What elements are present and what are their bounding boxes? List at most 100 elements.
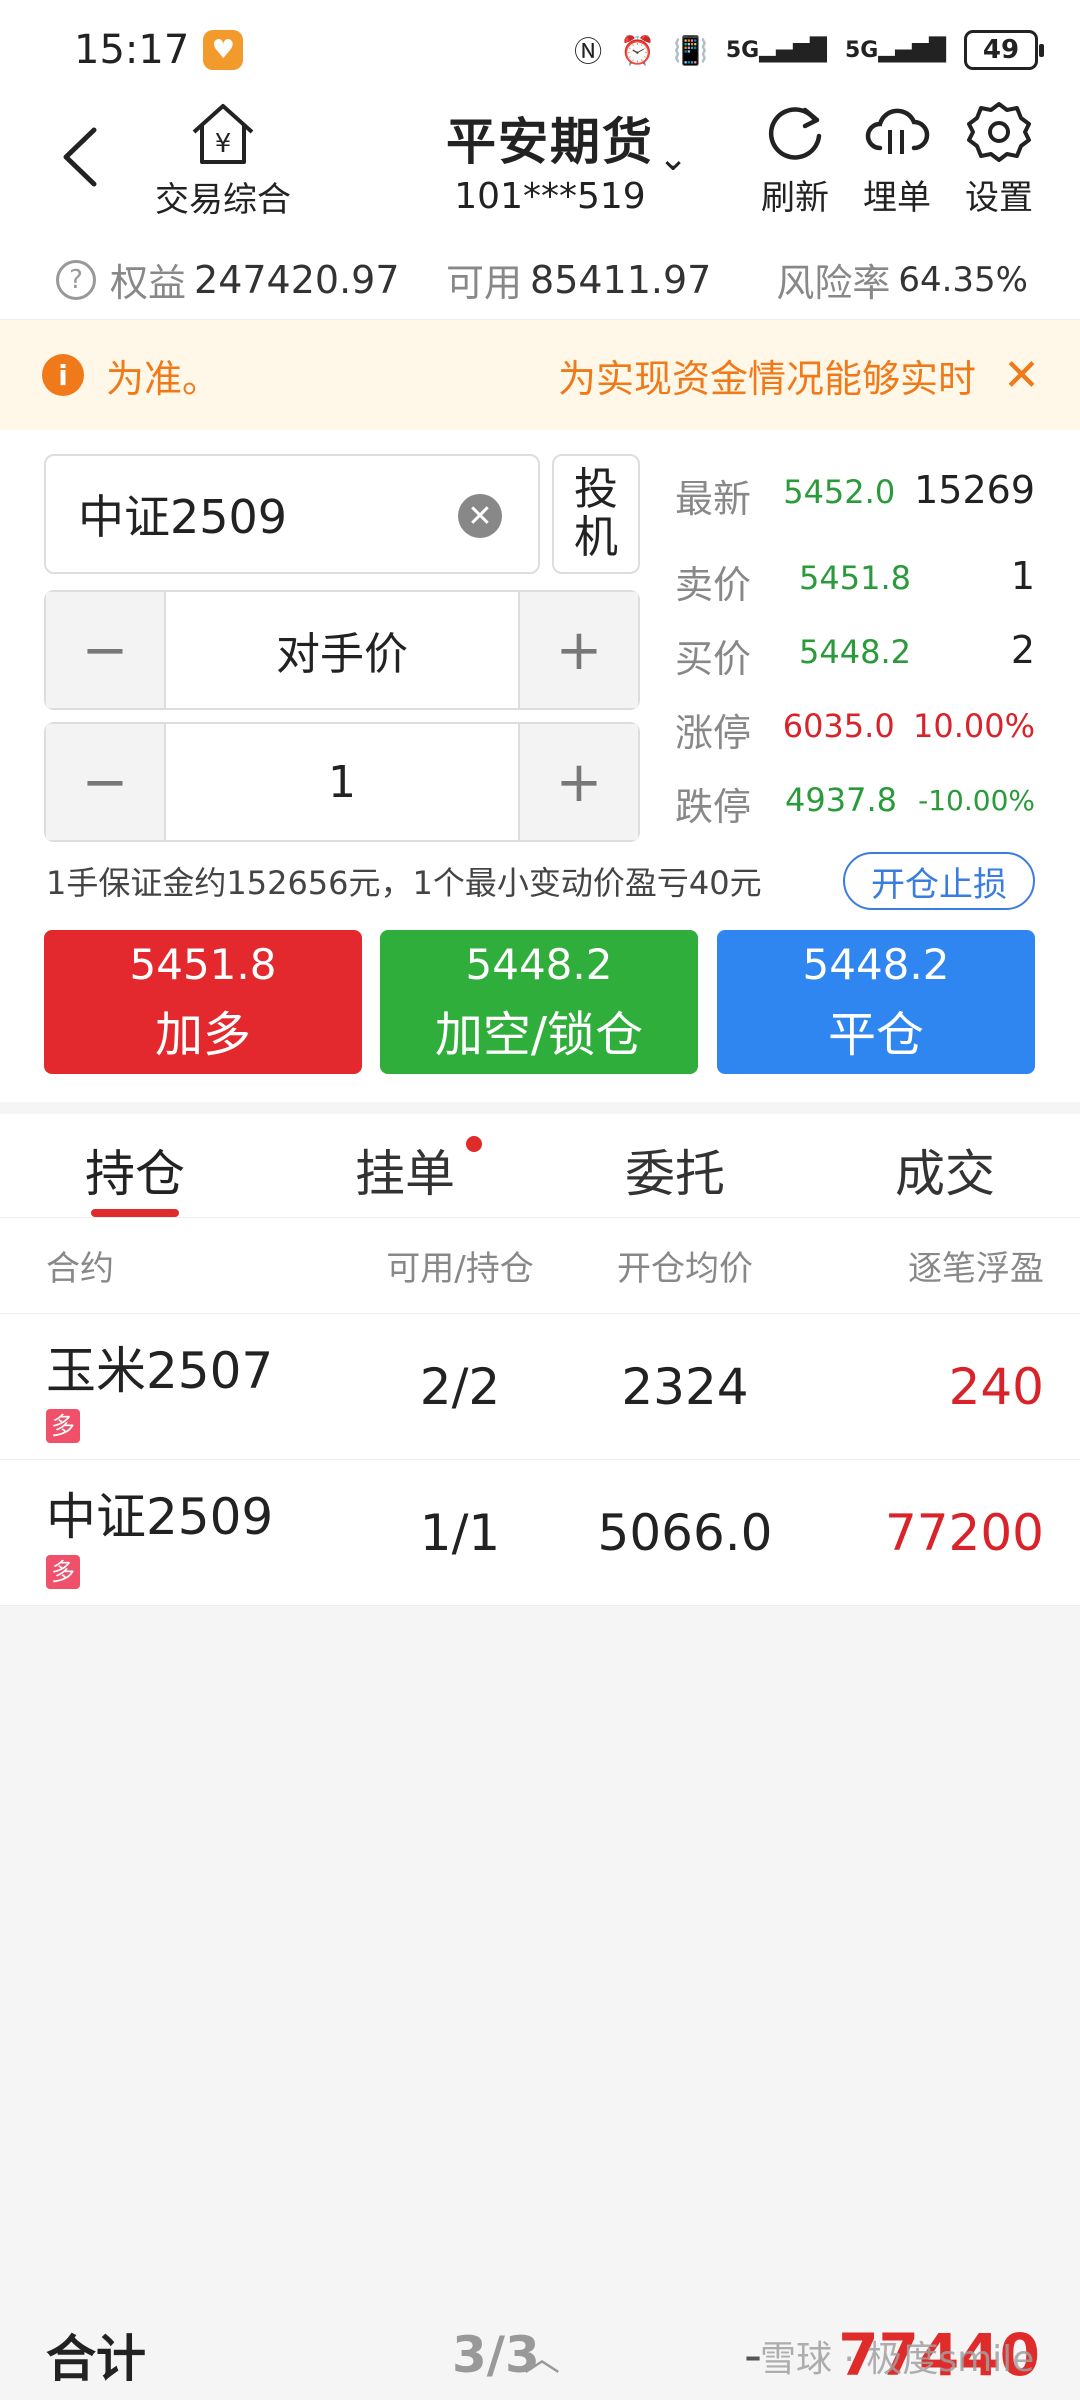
header-area: 15:17 ♥ Ⓝ ⏰ 📳 5G▂▄▆█ 5G▂▄▆█ 49 ¥ 交易综合 平安… (0, 0, 1080, 320)
limit-down-price: 4937.8 (785, 781, 897, 819)
alarm-icon: ⏰ (620, 33, 655, 67)
trade-home-label: 交易综合 (155, 180, 291, 220)
available-label: 可用 (446, 261, 523, 305)
table-row[interactable]: 玉米2507 多 2/2 2324 240 (0, 1314, 1080, 1460)
svg-text:¥: ¥ (215, 129, 232, 159)
buy-open-button[interactable]: 5451.8 加多 (44, 930, 362, 1074)
vibrate-icon: 📳 (673, 33, 708, 67)
available-value: 85411.97 (530, 257, 712, 302)
quote-limit-up: 涨停 6035.0 10.00% (675, 702, 1035, 757)
quantity-minus-button[interactable]: − (46, 724, 164, 840)
last-volume: 15269 (914, 468, 1035, 512)
margin-info: 1手保证金约152656元，1个最小变动价盈亏40元 (46, 864, 762, 902)
ask-label: 卖价 (675, 563, 752, 607)
header-avg-price: 开仓均价 (617, 1249, 753, 1289)
risk-label: 风险率 (776, 261, 891, 305)
header-pnl: 逐笔浮盈 (908, 1249, 1044, 1289)
limit-up-pct: 10.00% (912, 707, 1035, 745)
price-stepper: − 对手价 + (44, 590, 640, 710)
refresh-label: 刷新 (761, 178, 829, 218)
quantity-value[interactable]: 1 (164, 724, 520, 840)
chevron-up-icon[interactable]: ︿ (524, 2329, 560, 2381)
avg-price: 2324 (621, 1357, 749, 1416)
speculation-toggle[interactable]: 投 机 (552, 454, 640, 574)
refresh-icon (768, 107, 822, 160)
symbol-input[interactable]: 中证2509 ✕ (44, 454, 540, 574)
buy-price: 5451.8 (129, 939, 277, 989)
nav-bar: ¥ 交易综合 平安期货 101***519 ⌄ 刷新 埋单 设置 (0, 100, 1080, 240)
risk-value: 64.35% (898, 259, 1028, 300)
tab-positions[interactable]: 持仓 (0, 1114, 270, 1217)
tab-orders[interactable]: 委托 (540, 1114, 810, 1217)
home-yen-icon: ¥ (192, 104, 254, 164)
tab-pending-label: 挂单 (355, 1145, 455, 1203)
table-row[interactable]: 中证2509 多 1/1 5066.0 77200 (0, 1460, 1080, 1606)
clear-icon[interactable]: ✕ (458, 494, 502, 538)
refresh-button[interactable]: 刷新 (740, 100, 850, 219)
quote-bid: 买价 5448.2 2 (675, 628, 1035, 683)
unread-dot (466, 1136, 482, 1152)
limit-down-label: 跌停 (675, 785, 752, 829)
bid-price: 5448.2 (799, 633, 911, 671)
quantity-stepper: − 1 + (44, 722, 640, 842)
equity-value: 247420.97 (194, 257, 400, 302)
last-label: 最新 (675, 477, 752, 521)
settings-button[interactable]: 设置 (944, 100, 1054, 219)
nfc-icon: Ⓝ (574, 35, 603, 68)
bury-order-label: 埋单 (863, 178, 931, 218)
limit-down-pct: -10.00% (918, 784, 1035, 817)
bid-label: 买价 (675, 637, 752, 681)
quantity-plus-button[interactable]: + (520, 724, 638, 840)
close-position-button[interactable]: 5448.2 平仓 (717, 930, 1035, 1074)
ask-price: 5451.8 (799, 559, 911, 597)
position-qty: 2/2 (419, 1357, 501, 1416)
status-bar: 15:17 ♥ Ⓝ ⏰ 📳 5G▂▄▆█ 5G▂▄▆█ 49 (0, 0, 1080, 100)
header-qty: 可用/持仓 (386, 1249, 534, 1289)
back-icon[interactable] (50, 122, 120, 192)
contract-name: 中证2509 (46, 1487, 274, 1546)
ask-volume: 1 (1010, 554, 1035, 598)
spec-label-2: 机 (574, 512, 618, 563)
sell-open-button[interactable]: 5448.2 加空/锁仓 (380, 930, 698, 1074)
last-price: 5452.0 (783, 473, 896, 511)
order-panel: 中证2509 ✕ 投 机 − 对手价 + − 1 + 最新 5452.0 152… (0, 430, 1080, 1102)
tab-pending[interactable]: 挂单 (270, 1114, 540, 1217)
trade-home-button[interactable]: ¥ 交易综合 (138, 100, 308, 221)
long-tag: 多 (46, 1554, 80, 1589)
close-icon[interactable]: ✕ (1003, 350, 1040, 401)
chevron-down-icon[interactable]: ⌄ (658, 138, 688, 179)
account-summary: ? 权益 247420.97 可用 85411.97 风险率 64.35% (0, 240, 1080, 320)
sell-price: 5448.2 (465, 939, 613, 989)
help-icon[interactable]: ? (56, 259, 96, 300)
quote-ask: 卖价 5451.8 1 (675, 554, 1035, 609)
contract-name: 玉米2507 (46, 1341, 274, 1400)
bury-order-button[interactable]: 埋单 (842, 100, 952, 219)
table-header: 合约 可用/持仓 开仓均价 逐笔浮盈 (0, 1218, 1080, 1314)
notice-banner: i 为准。 为实现资金情况能够实时 ✕ (0, 320, 1080, 430)
close-price: 5448.2 (802, 939, 950, 989)
close-label: 平仓 (827, 1006, 924, 1063)
price-plus-button[interactable]: + (520, 592, 638, 708)
buy-label: 加多 (154, 1006, 251, 1063)
app-notification-icon: ♥ (203, 30, 244, 70)
gear-icon (967, 102, 1031, 162)
limit-up-price: 6035.0 (782, 707, 895, 745)
position-qty: 1/1 (419, 1503, 501, 1562)
symbol-value: 中证2509 (78, 490, 288, 544)
signal-icon: 5G▂▄▆█ (725, 37, 827, 63)
account-number: 101***519 (454, 176, 646, 217)
long-tag: 多 (46, 1408, 80, 1443)
tab-trades[interactable]: 成交 (810, 1114, 1080, 1217)
price-type-value[interactable]: 对手价 (164, 592, 520, 708)
floating-pnl: 77200 (884, 1503, 1044, 1562)
account-selector[interactable]: 平安期货 101***519 (400, 102, 700, 217)
broker-title: 平安期货 (446, 113, 654, 171)
total-label: 合计 (46, 2330, 146, 2388)
sell-label: 加空/锁仓 (434, 1006, 644, 1063)
status-time: 15:17 (74, 27, 190, 73)
equity-label: 权益 (110, 261, 187, 305)
avg-price: 5066.0 (597, 1503, 773, 1562)
price-minus-button[interactable]: − (46, 592, 164, 708)
stop-loss-button[interactable]: 开仓止损 (843, 852, 1035, 910)
spec-label-1: 投 (574, 464, 618, 515)
